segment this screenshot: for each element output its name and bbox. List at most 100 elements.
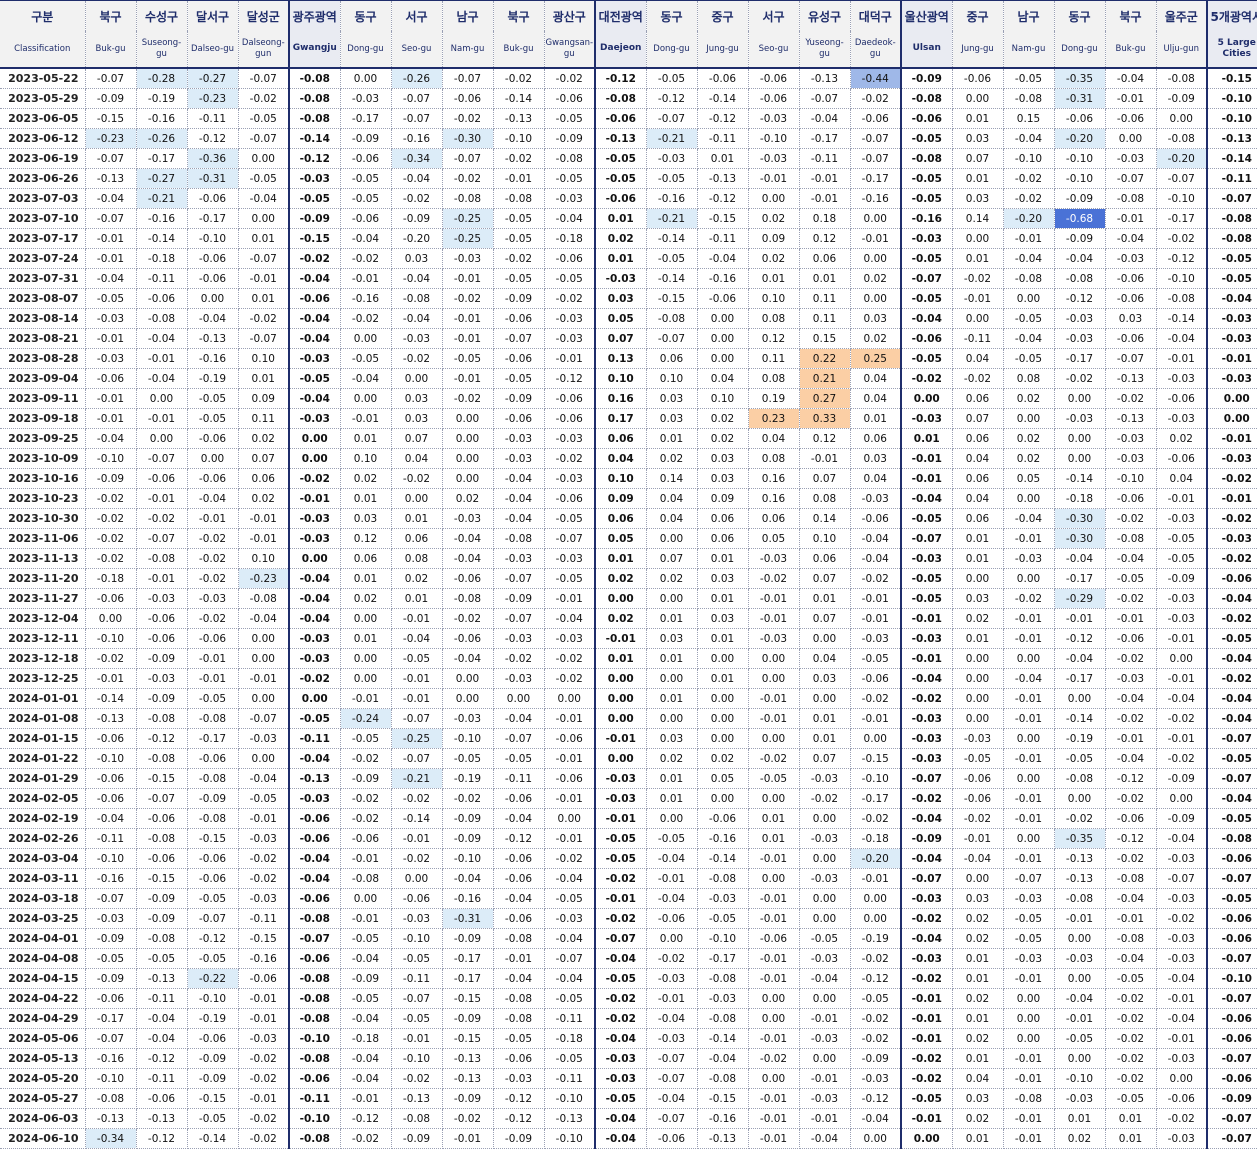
value-cell: 0.15 bbox=[799, 328, 851, 349]
value-cell: -0.06 bbox=[544, 408, 596, 429]
value-cell: -0.10 bbox=[697, 928, 749, 949]
value-cell: -0.16 bbox=[238, 948, 290, 969]
value-cell: -0.03 bbox=[288, 168, 341, 189]
value-cell: -0.07 bbox=[1206, 1048, 1257, 1069]
value-cell: -0.04 bbox=[646, 888, 698, 909]
value-cell: 0.10 bbox=[697, 388, 749, 409]
row-date: 2024-01-29 bbox=[0, 768, 86, 789]
value-cell: -0.02 bbox=[493, 648, 545, 669]
value-cell: 0.00 bbox=[748, 728, 800, 749]
value-cell: 0.00 bbox=[799, 1048, 851, 1069]
table-row: 2023-09-18 -0.01 -0.01 -0.05 0.11 -0.03 -0.01 0… bbox=[0, 408, 1257, 429]
value-cell: -0.13 bbox=[442, 1048, 494, 1069]
value-cell: -0.01 bbox=[442, 268, 494, 289]
value-cell: 0.01 bbox=[697, 668, 749, 689]
value-cell: -0.08 bbox=[493, 188, 545, 209]
row-date: 2023-10-30 bbox=[0, 508, 86, 529]
value-cell: -0.03 bbox=[493, 548, 545, 569]
value-cell: -0.02 bbox=[493, 248, 545, 269]
table-row: 2024-05-27 -0.08 -0.06 -0.15 -0.01 -0.11 -0.01… bbox=[0, 1088, 1257, 1109]
value-cell: -0.01 bbox=[1156, 1028, 1208, 1049]
value-cell: -0.02 bbox=[85, 648, 137, 669]
value-cell: -0.07 bbox=[238, 248, 290, 269]
value-cell: -0.17 bbox=[187, 728, 239, 749]
value-cell: -0.07 bbox=[1206, 1128, 1257, 1149]
column-header-en: 5 Large Cities bbox=[1206, 31, 1257, 69]
value-cell: -0.24 bbox=[340, 708, 392, 729]
value-cell: -0.44 bbox=[850, 68, 902, 89]
value-cell: -0.08 bbox=[1206, 208, 1257, 229]
value-cell: -0.06 bbox=[85, 368, 137, 389]
table-row: 2024-01-29 -0.06 -0.15 -0.08 -0.04 -0.13 -0.09… bbox=[0, 768, 1257, 789]
value-cell: 0.00 bbox=[1054, 928, 1106, 949]
value-cell: -0.06 bbox=[1105, 288, 1157, 309]
value-cell: -0.04 bbox=[646, 848, 698, 869]
value-cell: -0.04 bbox=[1156, 968, 1208, 989]
value-cell: -0.04 bbox=[391, 308, 443, 329]
value-cell: 0.00 bbox=[391, 488, 443, 509]
value-cell: -0.01 bbox=[544, 588, 596, 609]
value-cell: -0.01 bbox=[748, 588, 800, 609]
value-cell: -0.02 bbox=[493, 68, 545, 89]
value-cell: -0.04 bbox=[594, 1028, 647, 1049]
value-cell: -0.03 bbox=[1206, 448, 1257, 469]
value-cell: -0.16 bbox=[697, 268, 749, 289]
row-date: 2024-01-08 bbox=[0, 708, 86, 729]
row-date: 2024-01-01 bbox=[0, 688, 86, 709]
value-cell: -0.01 bbox=[900, 988, 953, 1009]
value-cell: -0.30 bbox=[1054, 528, 1106, 549]
value-cell: -0.05 bbox=[187, 388, 239, 409]
row-date: 2023-07-31 bbox=[0, 268, 86, 289]
value-cell: 0.01 bbox=[799, 588, 851, 609]
value-cell: 0.00 bbox=[697, 308, 749, 329]
value-cell: 0.00 bbox=[340, 608, 392, 629]
value-cell: 0.00 bbox=[187, 288, 239, 309]
value-cell: -0.06 bbox=[900, 328, 953, 349]
value-cell: -0.01 bbox=[799, 1008, 851, 1029]
value-cell: -0.16 bbox=[136, 208, 188, 229]
value-cell: -0.06 bbox=[1105, 488, 1157, 509]
row-date: 2023-05-29 bbox=[0, 88, 86, 109]
value-cell: -0.05 bbox=[340, 988, 392, 1009]
value-cell: -0.11 bbox=[697, 128, 749, 149]
value-cell: 0.04 bbox=[952, 348, 1004, 369]
value-cell: 0.10 bbox=[748, 288, 800, 309]
value-cell: -0.02 bbox=[288, 668, 341, 689]
value-cell: -0.06 bbox=[493, 1048, 545, 1069]
value-cell: -0.01 bbox=[1003, 608, 1055, 629]
value-cell: -0.07 bbox=[1105, 348, 1157, 369]
value-cell: 0.04 bbox=[748, 428, 800, 449]
value-cell: -0.04 bbox=[1206, 588, 1257, 609]
value-cell: -0.06 bbox=[85, 728, 137, 749]
value-cell: -0.02 bbox=[442, 608, 494, 629]
value-cell: 0.06 bbox=[799, 248, 851, 269]
value-cell: -0.07 bbox=[646, 328, 698, 349]
value-cell: -0.11 bbox=[238, 908, 290, 929]
value-cell: -0.05 bbox=[1206, 268, 1257, 289]
table-row: 2024-04-08 -0.05 -0.05 -0.05 -0.16 -0.06 -0.04… bbox=[0, 948, 1257, 969]
value-cell: 0.00 bbox=[1206, 408, 1257, 429]
value-cell: -0.04 bbox=[288, 308, 341, 329]
value-cell: -0.02 bbox=[544, 448, 596, 469]
value-cell: -0.05 bbox=[748, 768, 800, 789]
value-cell: -0.06 bbox=[187, 628, 239, 649]
value-cell: 0.01 bbox=[952, 1048, 1004, 1069]
value-cell: -0.05 bbox=[187, 948, 239, 969]
value-cell: -0.03 bbox=[1156, 408, 1208, 429]
value-cell: -0.18 bbox=[85, 568, 137, 589]
value-cell: -0.01 bbox=[1054, 608, 1106, 629]
value-cell: -0.01 bbox=[646, 868, 698, 889]
value-cell: -0.02 bbox=[850, 688, 902, 709]
value-cell: -0.03 bbox=[544, 428, 596, 449]
value-cell: -0.04 bbox=[544, 868, 596, 889]
value-cell: -0.07 bbox=[136, 448, 188, 469]
table-row: 2023-08-21 -0.01 -0.04 -0.13 -0.07 -0.04 0.00-… bbox=[0, 328, 1257, 349]
value-cell: -0.01 bbox=[1156, 668, 1208, 689]
value-cell: -0.06 bbox=[1206, 848, 1257, 869]
value-cell: -0.07 bbox=[1206, 988, 1257, 1009]
value-cell: -0.06 bbox=[900, 108, 953, 129]
value-cell: 0.00 bbox=[1003, 648, 1055, 669]
value-cell: -0.03 bbox=[748, 548, 800, 569]
value-cell: -0.06 bbox=[697, 288, 749, 309]
value-cell: -0.04 bbox=[1105, 748, 1157, 769]
